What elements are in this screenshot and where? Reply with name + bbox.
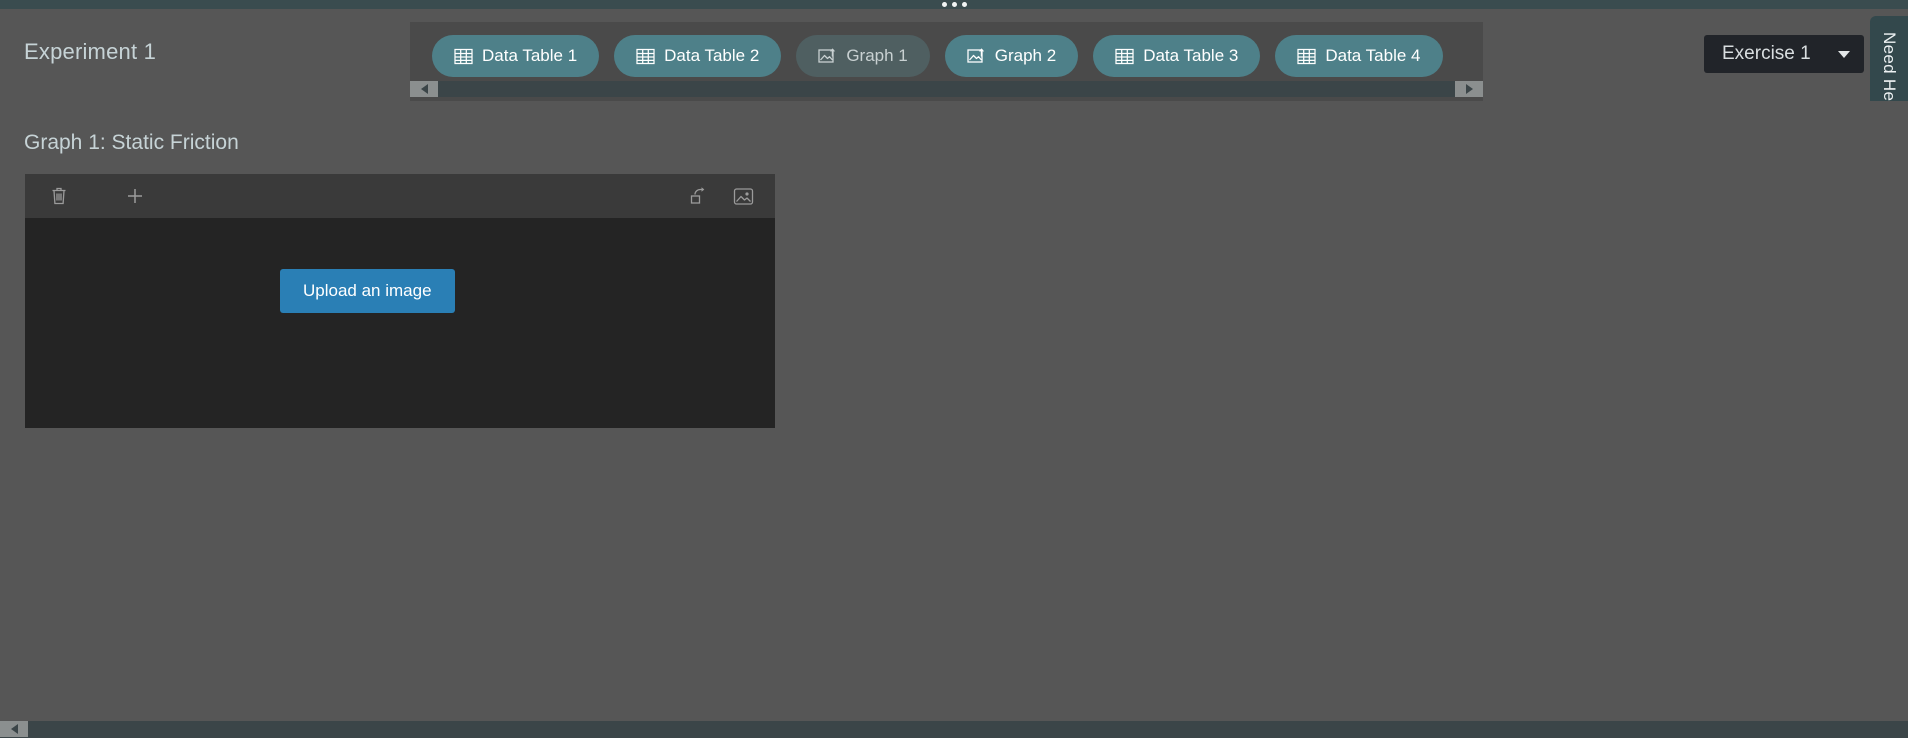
arrow-left-icon	[10, 724, 18, 734]
tab-list: Data Table 1 Data Table 2 Graph 1 Graph 2 Da…	[410, 27, 1443, 85]
graph-heading: Graph 1: Static Friction	[24, 131, 239, 154]
tab-scroll-right-button[interactable]	[1455, 81, 1483, 97]
rotate-icon	[689, 186, 709, 206]
tab-label: Data Table 3	[1143, 46, 1239, 65]
image-button[interactable]	[721, 174, 765, 218]
chevron-down-icon	[1838, 50, 1850, 58]
image-upload-icon	[818, 47, 837, 65]
tab-label: Data Table 1	[482, 46, 578, 65]
image-upload-icon	[967, 47, 986, 65]
trash-icon	[50, 186, 68, 206]
tab-data-table-4[interactable]: Data Table 4	[1275, 35, 1443, 77]
drag-dots-icon	[941, 2, 967, 7]
experiment-title: Experiment 1	[24, 39, 157, 64]
arrow-right-icon	[1465, 84, 1473, 94]
tab-label: Data Table 4	[1325, 46, 1421, 65]
table-icon	[1297, 48, 1316, 65]
upload-image-button[interactable]: Upload an image	[280, 269, 455, 313]
tab-label: Graph 2	[994, 46, 1057, 65]
tab-graph-1[interactable]: Graph 1	[796, 35, 930, 77]
graph-toolbar-right-group	[677, 174, 765, 218]
tab-strip: Data Table 1 Data Table 2 Graph 1 Graph 2 Da…	[410, 22, 1483, 102]
tab-data-table-1[interactable]: Data Table 1	[432, 35, 600, 77]
graph-canvas[interactable]: Upload an image	[25, 218, 775, 428]
tab-scrollbar[interactable]	[410, 81, 1483, 97]
main-content: Graph 1: Static Friction Upload an image	[0, 101, 1908, 721]
window-drag-handle[interactable]	[0, 0, 1908, 9]
table-icon	[1115, 48, 1134, 65]
tab-data-table-2[interactable]: Data Table 2	[614, 35, 782, 77]
page-scroll-left-button[interactable]	[0, 721, 28, 737]
app-header: Experiment 1 Data Table 1 Data Table 2 Gra…	[0, 9, 1908, 140]
add-button[interactable]	[113, 174, 157, 218]
tab-scroll-left-button[interactable]	[410, 81, 438, 97]
rotate-button[interactable]	[677, 174, 721, 218]
picture-icon	[733, 187, 754, 206]
tab-label: Graph 1	[846, 46, 908, 65]
tab-label: Data Table 2	[664, 46, 760, 65]
tab-graph-2[interactable]: Graph 2	[944, 35, 1079, 77]
exercise-selector-value: Exercise 1	[1722, 43, 1811, 64]
table-icon	[636, 48, 655, 65]
plus-icon	[126, 187, 144, 205]
graph-panel: Upload an image	[25, 174, 775, 428]
graph-toolbar	[25, 174, 775, 218]
table-icon	[454, 48, 473, 65]
tab-data-table-3[interactable]: Data Table 3	[1093, 35, 1261, 77]
arrow-left-icon	[420, 84, 428, 94]
delete-button[interactable]	[37, 174, 81, 218]
bottom-scrollbar[interactable]	[0, 721, 1908, 738]
exercise-selector[interactable]: Exercise 1	[1704, 35, 1864, 73]
